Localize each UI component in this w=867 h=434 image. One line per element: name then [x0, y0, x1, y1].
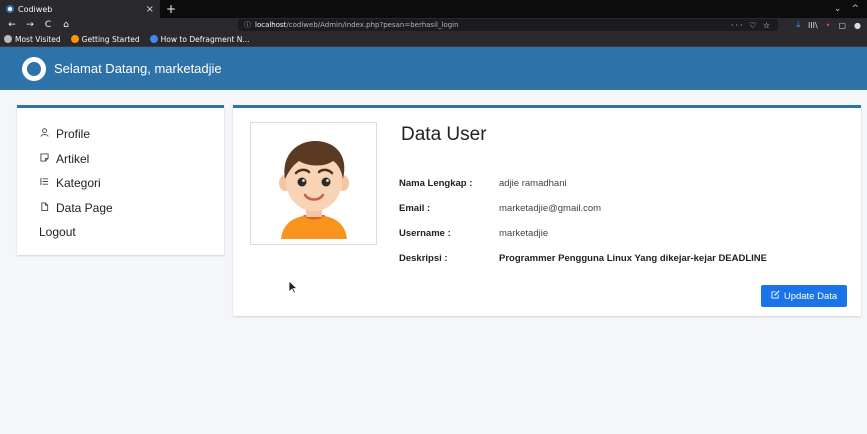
field-label: Deskripsi :	[399, 253, 448, 264]
site-favicon	[6, 5, 14, 13]
tab-title: Codiweb	[18, 4, 53, 14]
main-area: Profile Artikel Kategori Data Page Logou…	[0, 90, 867, 420]
chevron-up-icon[interactable]: ^	[851, 4, 859, 14]
new-tab-button[interactable]: +	[160, 0, 182, 18]
avatar	[250, 122, 377, 245]
field-email: Email : marketadjie@gmail.com	[399, 203, 601, 214]
field-value: adjie ramadhani	[499, 178, 567, 189]
back-icon[interactable]: ←	[6, 20, 18, 30]
sidebar: Profile Artikel Kategori Data Page Logou…	[17, 105, 224, 255]
list-icon	[39, 177, 49, 189]
download-icon[interactable]: ⤓	[796, 20, 800, 30]
sidebar-item-label: Kategori	[56, 176, 101, 191]
page-actions-icon[interactable]: ··· ♡ ☆	[731, 21, 772, 30]
close-icon[interactable]: ×	[146, 4, 154, 15]
sidebar-item-artikel[interactable]: Artikel	[39, 147, 224, 172]
forward-icon[interactable]: →	[24, 20, 36, 30]
reload-icon[interactable]: C	[42, 20, 54, 30]
sidebar-item-profile[interactable]: Profile	[39, 122, 224, 147]
welcome-title: Selamat Datang, marketadjie	[54, 61, 222, 76]
user-icon	[39, 128, 49, 140]
sidebar-item-label: Logout	[39, 225, 76, 240]
sidebar-item-logout[interactable]: Logout	[39, 220, 224, 245]
field-deskripsi: Deskripsi : Programmer Pengguna Linux Ya…	[399, 253, 767, 264]
browser-tab[interactable]: Codiweb ×	[0, 0, 160, 18]
user-card: Data User Nama Lengkap : adjie ramadhani…	[233, 105, 861, 316]
bookmarks-bar: Most Visited Getting Started How to Defr…	[0, 32, 867, 47]
field-label: Username :	[399, 228, 451, 239]
avatar-illustration	[278, 140, 349, 239]
home-icon[interactable]: ⌂	[60, 20, 72, 30]
field-username: Username : marketadjie	[399, 228, 548, 239]
google-icon	[149, 35, 158, 43]
browser-nav-bar: ← → C ⌂ ⓘ localhost/codiweb/Admin/index.…	[0, 18, 867, 32]
sidebar-item-label: Data Page	[56, 200, 113, 215]
firefox-icon	[70, 35, 79, 43]
sidebar-toggle-icon[interactable]: ▢	[838, 21, 846, 30]
update-data-label: Update Data	[783, 290, 838, 302]
card-title: Data User	[401, 124, 487, 145]
info-icon[interactable]: ⓘ	[244, 20, 251, 30]
field-value: Programmer Pengguna Linux Yang dikejar-k…	[499, 253, 768, 264]
window-controls: ⌄ ^	[834, 0, 867, 18]
sidebar-item-kategori[interactable]: Kategori	[39, 171, 224, 196]
update-data-button[interactable]: Update Data	[761, 285, 847, 307]
field-label: Email :	[399, 203, 431, 214]
field-value: marketadjie	[499, 228, 549, 239]
extension-icon[interactable]: •	[826, 21, 831, 30]
mouse-cursor-icon	[288, 280, 298, 294]
library-icon[interactable]: III\	[808, 21, 818, 30]
edit-icon	[771, 290, 780, 302]
toolbar-icons: ⤓ III\ • ▢ ●	[796, 20, 861, 30]
field-value: marketadjie@gmail.com	[499, 203, 602, 214]
field-label: Nama Lengkap :	[399, 178, 473, 189]
note-icon	[39, 153, 49, 165]
bookmark-defragment[interactable]: How to Defragment N...	[149, 35, 250, 44]
url-bar[interactable]: ⓘ localhost/codiweb/Admin/index.php?pesa…	[238, 19, 778, 31]
app-header: Selamat Datang, marketadjie	[0, 47, 867, 90]
url-text[interactable]: localhost/codiweb/Admin/index.php?pesan=…	[255, 21, 727, 29]
sidebar-item-label: Profile	[56, 127, 91, 142]
bookmark-most-visited[interactable]: Most Visited	[4, 35, 61, 44]
field-nama-lengkap: Nama Lengkap : adjie ramadhani	[399, 178, 567, 189]
sidebar-item-label: Artikel	[56, 151, 90, 166]
chevron-down-icon[interactable]: ⌄	[834, 4, 842, 14]
browser-tab-bar: Codiweb × + ⌄ ^	[0, 0, 867, 18]
sidebar-item-data-page[interactable]: Data Page	[39, 196, 224, 221]
file-icon	[39, 202, 49, 214]
logo	[22, 56, 46, 81]
bookmark-getting-started[interactable]: Getting Started	[70, 35, 140, 44]
gear-icon	[4, 35, 12, 43]
menu-icon[interactable]: ●	[854, 21, 861, 30]
